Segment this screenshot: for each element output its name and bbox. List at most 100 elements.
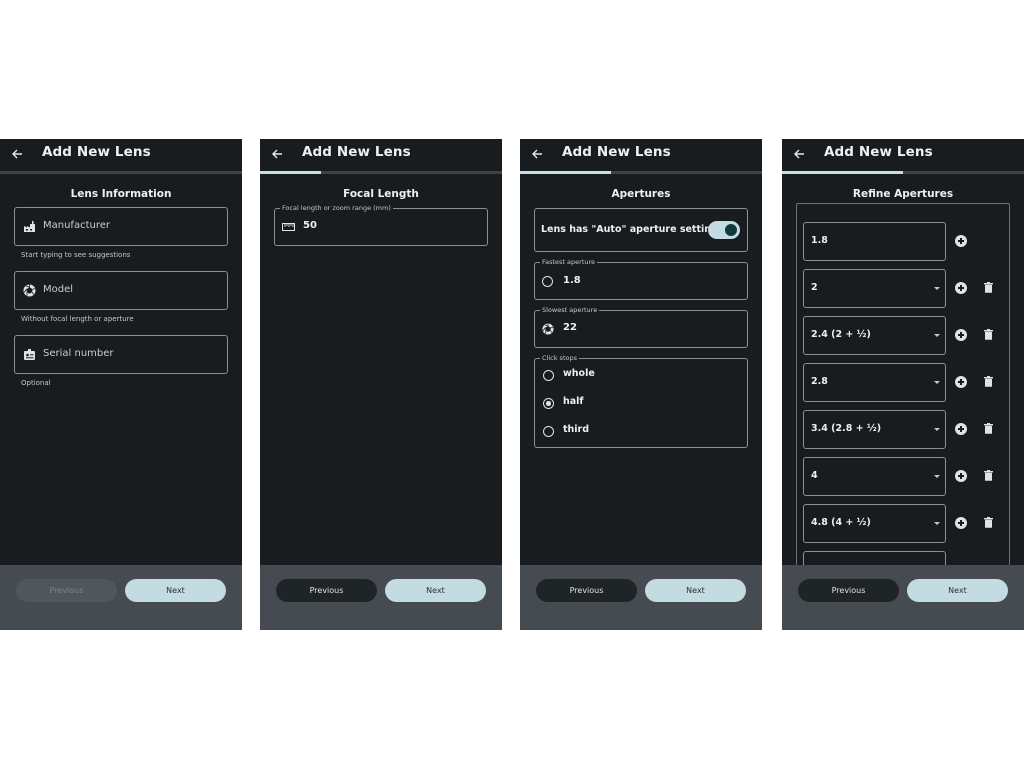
next-button[interactable]: Next bbox=[385, 579, 486, 602]
back-arrow-icon[interactable] bbox=[791, 146, 807, 162]
app-bar: Add New Lens bbox=[520, 139, 762, 171]
aperture-value: 2.4 (2 + ½) bbox=[811, 329, 871, 340]
serial-number-input[interactable]: Serial number bbox=[14, 335, 228, 374]
step-progress-bar bbox=[260, 171, 502, 174]
ruler-icon bbox=[282, 223, 295, 231]
app-title: Add New Lens bbox=[562, 144, 671, 160]
serial-number-placeholder: Serial number bbox=[43, 348, 114, 359]
manufacturer-input[interactable]: Manufacturer bbox=[14, 207, 228, 246]
aperture-row-input[interactable]: 2 bbox=[803, 269, 946, 308]
add-aperture-icon[interactable] bbox=[955, 376, 967, 388]
aperture-icon bbox=[23, 284, 36, 297]
previous-button[interactable]: Previous bbox=[536, 579, 637, 602]
back-arrow-icon[interactable] bbox=[529, 146, 545, 162]
previous-button[interactable]: Previous bbox=[798, 579, 899, 602]
next-button[interactable]: Next bbox=[125, 579, 226, 602]
manufacturer-placeholder: Manufacturer bbox=[43, 220, 110, 231]
aperture-row-input[interactable]: 2.4 (2 + ½) bbox=[803, 316, 946, 355]
section-title: Lens Information bbox=[70, 188, 172, 200]
fastest-aperture-value: 1.8 bbox=[563, 275, 581, 286]
screen-refine-apertures: Add New Lens Refine Apertures 1.8 2 2.4 (2… bbox=[782, 139, 1024, 630]
step-progress-bar bbox=[520, 171, 762, 174]
aperture-value: 3.4 (2.8 + ½) bbox=[811, 423, 882, 434]
dropdown-caret-icon[interactable] bbox=[934, 428, 940, 431]
step-progress-bar bbox=[782, 171, 1024, 174]
add-aperture-icon[interactable] bbox=[955, 423, 967, 435]
focal-length-input[interactable]: Focal length or zoom range (mm) 50 bbox=[274, 203, 488, 246]
screen-focal-length: Add New Lens Focal Length Focal length o… bbox=[260, 139, 502, 630]
aperture-value: 4 bbox=[811, 470, 818, 481]
fastest-aperture-input[interactable]: Fastest aperture 1.8 bbox=[534, 257, 748, 300]
switch-knob bbox=[725, 224, 737, 236]
delete-trash-icon[interactable] bbox=[984, 282, 993, 293]
delete-trash-icon[interactable] bbox=[984, 470, 993, 481]
step-progress-fill bbox=[260, 171, 321, 174]
circle-icon bbox=[542, 276, 553, 287]
aperture-row-input[interactable]: 3.4 (2.8 + ½) bbox=[803, 410, 946, 449]
aperture-row-input[interactable]: 4.8 (4 + ½) bbox=[803, 504, 946, 543]
serial-number-helper: Optional bbox=[21, 379, 51, 387]
back-arrow-icon[interactable] bbox=[269, 146, 285, 162]
screen-lens-information: Add New Lens Lens Information Manufactur… bbox=[0, 139, 242, 630]
add-aperture-icon[interactable] bbox=[955, 517, 967, 529]
radio-half[interactable] bbox=[543, 398, 554, 409]
bottom-navigation-bar: Previous Next bbox=[260, 565, 502, 630]
app-title: Add New Lens bbox=[302, 144, 411, 160]
section-title: Focal Length bbox=[343, 188, 419, 200]
dropdown-caret-icon[interactable] bbox=[934, 287, 940, 290]
delete-trash-icon[interactable] bbox=[984, 376, 993, 387]
aperture-row-input[interactable]: 2.8 bbox=[803, 363, 946, 402]
app-bar: Add New Lens bbox=[260, 139, 502, 171]
badge-icon bbox=[24, 349, 35, 360]
screen-apertures: Add New Lens Apertures Lens has "Auto" a… bbox=[520, 139, 762, 630]
model-input[interactable]: Model bbox=[14, 271, 228, 310]
radio-third[interactable] bbox=[543, 426, 554, 437]
auto-aperture-label: Lens has "Auto" aperture setting bbox=[541, 224, 718, 235]
app-title: Add New Lens bbox=[42, 144, 151, 160]
section-title: Apertures bbox=[611, 188, 671, 200]
app-bar: Add New Lens bbox=[0, 139, 242, 171]
app-bar: Add New Lens bbox=[782, 139, 1024, 171]
add-aperture-icon[interactable] bbox=[955, 235, 967, 247]
slowest-aperture-input[interactable]: Slowest aperture 22 bbox=[534, 305, 748, 348]
dropdown-caret-icon[interactable] bbox=[934, 475, 940, 478]
radio-label-half[interactable]: half bbox=[563, 396, 584, 407]
bottom-navigation-bar: Previous Next bbox=[782, 565, 1024, 630]
slowest-aperture-label: Slowest aperture bbox=[540, 305, 600, 315]
model-helper: Without focal length or aperture bbox=[21, 315, 134, 323]
fastest-aperture-label: Fastest aperture bbox=[540, 257, 598, 267]
factory-icon bbox=[24, 221, 35, 232]
previous-button[interactable]: Previous bbox=[276, 579, 377, 602]
dropdown-caret-icon[interactable] bbox=[934, 522, 940, 525]
dropdown-caret-icon[interactable] bbox=[934, 334, 940, 337]
add-aperture-icon[interactable] bbox=[955, 470, 967, 482]
radio-label-third[interactable]: third bbox=[563, 424, 589, 435]
delete-trash-icon[interactable] bbox=[984, 423, 993, 434]
slowest-aperture-value: 22 bbox=[563, 322, 577, 333]
step-progress-fill bbox=[782, 171, 903, 174]
aperture-value: 1.8 bbox=[811, 235, 828, 246]
dropdown-caret-icon[interactable] bbox=[934, 381, 940, 384]
aperture-row-input[interactable]: 1.8 bbox=[803, 222, 946, 261]
auto-aperture-toggle-row[interactable]: Lens has "Auto" aperture setting bbox=[534, 208, 748, 252]
bottom-navigation-bar: Previous Next bbox=[0, 565, 242, 630]
aperture-value: 4.8 (4 + ½) bbox=[811, 517, 871, 528]
radio-label-whole[interactable]: whole bbox=[563, 368, 595, 379]
back-arrow-icon[interactable] bbox=[9, 146, 25, 162]
click-stops-label: Click stops bbox=[540, 353, 579, 363]
next-button[interactable]: Next bbox=[645, 579, 746, 602]
radio-whole[interactable] bbox=[543, 370, 554, 381]
model-placeholder: Model bbox=[43, 284, 74, 295]
focal-length-label: Focal length or zoom range (mm) bbox=[280, 203, 393, 213]
auto-aperture-switch[interactable] bbox=[708, 221, 740, 239]
add-aperture-icon[interactable] bbox=[955, 282, 967, 294]
aperture-row-input[interactable]: 4 bbox=[803, 457, 946, 496]
delete-trash-icon[interactable] bbox=[984, 517, 993, 528]
aperture-icon bbox=[542, 323, 554, 335]
delete-trash-icon[interactable] bbox=[984, 329, 993, 340]
step-progress-fill bbox=[520, 171, 611, 174]
add-aperture-icon[interactable] bbox=[955, 329, 967, 341]
previous-button[interactable]: Previous bbox=[16, 579, 117, 602]
next-button[interactable]: Next bbox=[907, 579, 1008, 602]
aperture-value: 2 bbox=[811, 282, 818, 293]
